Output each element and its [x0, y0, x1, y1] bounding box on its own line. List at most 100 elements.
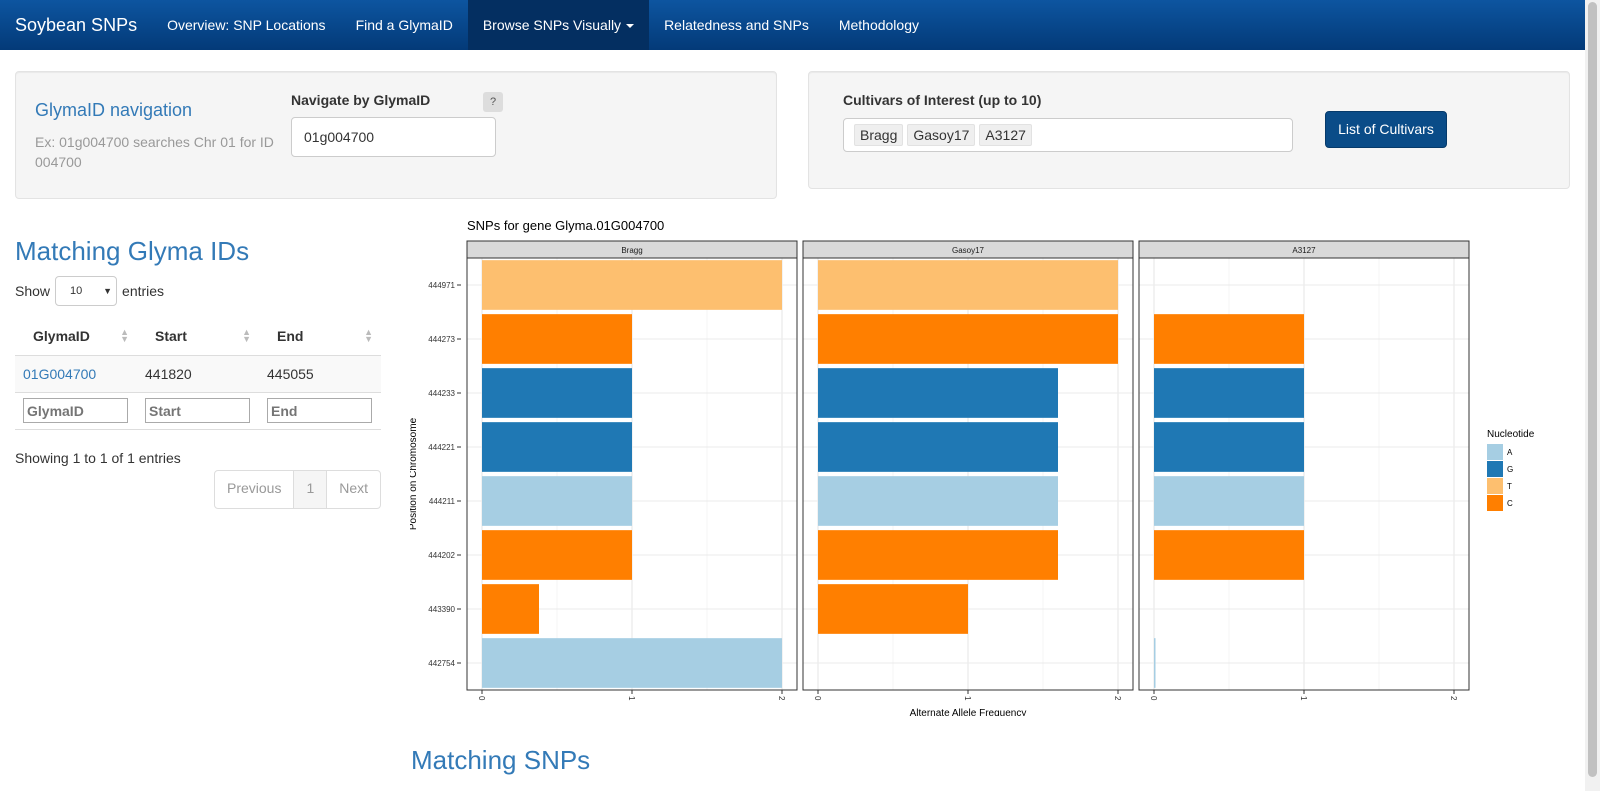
bar: [818, 422, 1058, 472]
page-scrollbar[interactable]: [1585, 0, 1600, 791]
previous-button[interactable]: Previous: [215, 471, 293, 508]
y-tick-label: 444273: [428, 335, 455, 344]
page-1-button[interactable]: 1: [293, 471, 327, 508]
caret-down-icon: [626, 24, 635, 29]
x-tick-label: 2: [1113, 696, 1122, 701]
cell-end: 445055: [259, 355, 381, 393]
sort-icon: ▲ ▼: [364, 327, 373, 344]
facet-label: A3127: [1292, 246, 1316, 255]
y-tick-label: 444221: [428, 443, 455, 452]
bar: [1154, 638, 1156, 688]
filter-row: [15, 392, 381, 430]
nav-find-glymaid[interactable]: Find a GlymaID: [341, 0, 468, 50]
bar: [818, 476, 1058, 526]
table-row[interactable]: 01G004700 441820 445055: [15, 355, 381, 393]
column-header-label: Start: [155, 328, 187, 345]
glymaid-navigation-panel: GlymaID navigation Ex: 01g004700 searche…: [15, 71, 777, 199]
x-tick-label: 0: [477, 696, 486, 701]
scrollbar-thumb[interactable]: [1588, 2, 1597, 777]
pagination: Previous 1 Next: [214, 470, 382, 509]
legend-label: A: [1507, 448, 1513, 457]
x-axis-label: Alternate Allele Frequency: [910, 708, 1027, 716]
x-tick-label: 0: [1149, 696, 1158, 701]
legend-swatch: [1487, 461, 1503, 477]
bar: [1154, 476, 1304, 526]
filter-glymaid-input[interactable]: [23, 398, 128, 423]
cultivars-label: Cultivars of Interest (up to 10): [843, 92, 1042, 108]
brand-link[interactable]: Soybean SNPs: [0, 0, 152, 50]
cultivars-select[interactable]: Bragg Gasoy17 A3127: [843, 118, 1293, 152]
bar: [818, 584, 968, 634]
matching-snps-heading: Matching SNPs: [411, 745, 591, 775]
snp-chart: SNPs for gene Glyma.01G004700 444971 44427…: [410, 218, 1535, 716]
column-header-glymaid[interactable]: GlymaID ▲ ▼: [15, 318, 137, 356]
legend-label: T: [1507, 482, 1512, 491]
bar: [818, 368, 1058, 418]
bar: [818, 314, 1118, 364]
x-tick-label: 1: [963, 696, 972, 701]
help-button[interactable]: ?: [483, 92, 503, 112]
entries-label: entries: [122, 283, 165, 299]
legend-swatch: [1487, 478, 1503, 494]
matching-glyma-ids-heading: Matching Glyma IDs: [15, 236, 250, 266]
cultivars-panel: Cultivars of Interest (up to 10) Bragg G…: [808, 71, 1570, 189]
facet-label: Bragg: [621, 246, 642, 255]
glymaid-input[interactable]: 01g004700: [291, 117, 496, 157]
column-header-start[interactable]: Start ▲ ▼: [137, 318, 259, 356]
nav-methodology[interactable]: Methodology: [824, 0, 934, 50]
bar: [818, 260, 1118, 310]
list-of-cultivars-button[interactable]: List of Cultivars: [1325, 111, 1447, 148]
filter-start-input[interactable]: [145, 398, 250, 423]
top-navbar: Soybean SNPs Overview: SNP Locations Fin…: [0, 0, 1585, 50]
bar: [1154, 530, 1304, 580]
legend-label: G: [1507, 465, 1513, 474]
bar: [482, 422, 632, 472]
glymaid-navigation-help: Ex: 01g004700 searches Chr 01 for ID 004…: [35, 134, 274, 170]
legend-swatch: [1487, 495, 1503, 511]
x-tick-label: 0: [813, 696, 822, 701]
nav-overview[interactable]: Overview: SNP Locations: [152, 0, 340, 50]
nav-browse-snps-label: Browse SNPs Visually: [482, 17, 622, 33]
bar: [482, 584, 539, 634]
bar: [482, 638, 782, 688]
column-header-label: End: [277, 328, 304, 345]
legend-swatch: [1487, 444, 1503, 460]
nav-relatedness[interactable]: Relatedness and SNPs: [649, 0, 824, 50]
bar: [818, 530, 1058, 580]
legend-title: Nucleotide: [1487, 429, 1535, 440]
y-tick-label: 444211: [429, 497, 456, 506]
cultivar-chip[interactable]: Gasoy17: [907, 124, 976, 146]
bar: [482, 476, 632, 526]
cultivar-chip[interactable]: A3127: [979, 124, 1032, 146]
bar: [482, 368, 632, 418]
column-header-label: GlymaID: [33, 328, 90, 345]
glyma-ids-table: GlymaID ▲ ▼ Start ▲ ▼ End ▲ ▼ 01G004700 441820…: [15, 318, 381, 430]
navigate-glymaid-label: Navigate by GlymaID: [291, 92, 431, 108]
x-tick-label: 1: [627, 696, 636, 701]
cell-start: 441820: [137, 355, 259, 393]
bar: [1154, 314, 1304, 364]
dropdown-arrow-icon: ▼: [103, 286, 113, 296]
page-length-select[interactable]: 10 ▼: [55, 276, 118, 306]
glymaid-link[interactable]: 01G004700: [23, 366, 96, 382]
cultivar-chip[interactable]: Bragg: [854, 124, 904, 146]
bar: [1154, 368, 1304, 418]
x-tick-label: 1: [1299, 696, 1308, 701]
show-label: Show: [15, 283, 51, 299]
x-tick-label: 2: [1449, 696, 1458, 701]
nav-browse-snps[interactable]: Browse SNPs Visually: [467, 0, 650, 50]
filter-end-input[interactable]: [267, 398, 372, 423]
y-tick-label: 442754: [428, 659, 455, 668]
column-header-end[interactable]: End ▲ ▼: [259, 318, 381, 356]
bar: [1154, 422, 1304, 472]
legend-label: C: [1507, 499, 1513, 508]
bar: [482, 314, 632, 364]
cell-glymaid[interactable]: 01G004700: [15, 355, 137, 393]
bar: [482, 530, 632, 580]
glymaid-navigation-title: GlymaID navigation: [35, 100, 193, 120]
facet-label: Gasoy17: [952, 246, 985, 255]
next-button[interactable]: Next: [326, 471, 380, 508]
y-tick-label: 444233: [428, 389, 455, 398]
y-tick-label: 444971: [428, 281, 455, 290]
table-info: Showing 1 to 1 of 1 entries: [15, 450, 181, 466]
